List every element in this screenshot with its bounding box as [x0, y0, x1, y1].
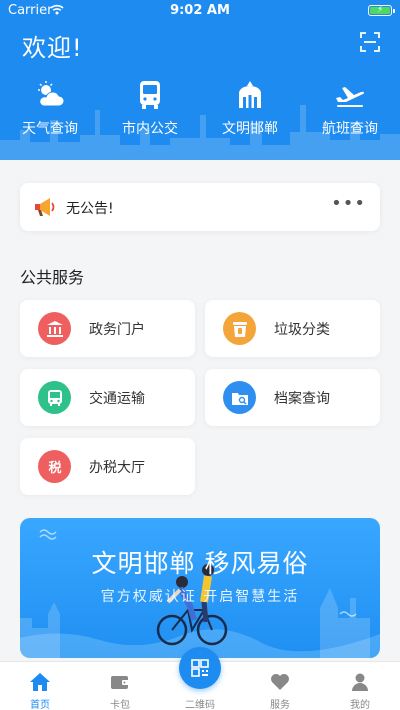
- notice-text: 无公告!: [66, 201, 114, 217]
- svg-text:税: 税: [48, 460, 61, 476]
- service-label: 垃圾分类: [274, 322, 330, 338]
- quick-link-label: 航班查询: [322, 121, 378, 137]
- qr-code-button[interactable]: [179, 647, 221, 689]
- weather-icon: [38, 81, 65, 107]
- welcome-title: 欢迎!: [22, 34, 83, 62]
- section-title: 公共服务: [20, 268, 85, 287]
- quick-link-label: 市内公交: [122, 121, 178, 137]
- quick-link-bus[interactable]: 市内公交: [100, 78, 200, 138]
- tab-wallet[interactable]: 卡包: [80, 662, 160, 710]
- quick-link-civilization[interactable]: 文明邯郸: [200, 78, 300, 138]
- megaphone-icon: [35, 198, 55, 216]
- tab-label: 二维码: [185, 700, 215, 710]
- service-card-archive[interactable]: 档案查询: [205, 369, 380, 426]
- bus-icon: [38, 381, 71, 414]
- service-card-transport[interactable]: 交通运输: [20, 369, 195, 426]
- battery-icon: ⚡: [368, 5, 395, 16]
- heart-icon: [271, 674, 289, 690]
- qr-code-icon: [191, 659, 209, 677]
- tab-label: 我的: [350, 700, 370, 710]
- notice-bar[interactable]: 无公告! •••: [20, 183, 380, 231]
- archive-icon: [223, 381, 256, 414]
- airplane-icon: [336, 87, 365, 107]
- promo-banner[interactable]: 文明邯郸 移风易俗 官方权威认证 开启智慧生活: [20, 518, 380, 658]
- banner-title: 文明邯郸 移风易俗: [91, 549, 309, 578]
- scan-icon[interactable]: [360, 32, 380, 52]
- status-time: 9:02 AM: [170, 3, 230, 18]
- profile-icon: [352, 673, 368, 691]
- wallet-icon: [111, 676, 129, 689]
- service-card-government[interactable]: 政务门户: [20, 300, 195, 357]
- service-label: 交通运输: [89, 391, 145, 407]
- government-icon: [38, 312, 71, 345]
- quick-links: 天气查询 市内公交 文明邯郸 航班查询: [0, 78, 400, 138]
- tab-label: 首页: [30, 700, 50, 710]
- tab-label: 服务: [270, 700, 290, 710]
- quick-link-weather[interactable]: 天气查询: [0, 78, 100, 138]
- trash-icon: [223, 312, 256, 345]
- tab-home[interactable]: 首页: [0, 662, 80, 710]
- quick-link-label: 天气查询: [22, 121, 78, 137]
- tab-service[interactable]: 服务: [240, 662, 320, 710]
- quick-link-label: 文明邯郸: [222, 121, 278, 137]
- quick-link-flight[interactable]: 航班查询: [300, 78, 400, 138]
- tab-label: 卡包: [110, 700, 130, 710]
- tax-icon: 税: [38, 450, 71, 483]
- header: Carrier 9:02 AM ⚡ 欢迎! 天气查询 市内公交 文明邯郸 航班查…: [0, 0, 400, 160]
- bus-icon: [140, 81, 160, 109]
- more-icon[interactable]: •••: [331, 193, 366, 214]
- service-label: 政务门户: [89, 322, 145, 338]
- service-label: 办税大厅: [89, 460, 145, 476]
- landmark-icon: [239, 81, 261, 108]
- status-bar: Carrier 9:02 AM ⚡: [0, 0, 400, 22]
- service-card-trash[interactable]: 垃圾分类: [205, 300, 380, 357]
- banner-subtitle: 官方权威认证 开启智慧生活: [100, 589, 300, 605]
- service-card-tax[interactable]: 税 办税大厅: [20, 438, 195, 495]
- home-icon: [30, 673, 50, 691]
- service-label: 档案查询: [274, 391, 330, 407]
- tab-profile[interactable]: 我的: [320, 662, 400, 710]
